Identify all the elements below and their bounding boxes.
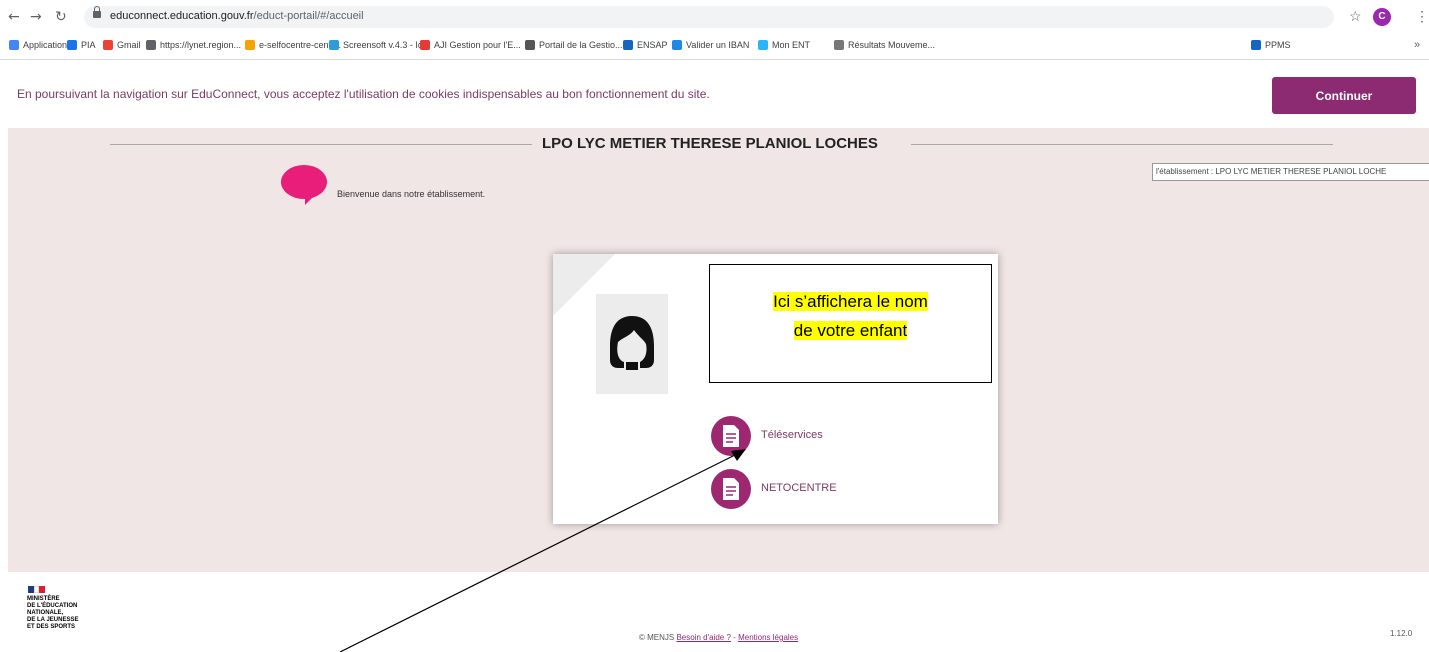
- reload-icon[interactable]: ↻: [55, 9, 67, 25]
- profile-avatar[interactable]: C: [1373, 8, 1391, 26]
- ministry-logo-text: MINISTÈRE DE L'ÉDUCATION NATIONALE, DE L…: [27, 596, 79, 630]
- back-arrow-icon[interactable]: ←: [8, 9, 20, 25]
- document-icon: [711, 469, 751, 509]
- footer: MINISTÈRE DE L'ÉDUCATION NATIONALE, DE L…: [0, 572, 1429, 652]
- url-host: educonnect.education.gouv.fr: [110, 10, 254, 22]
- establishment-tooltip: l'établissement : LPO LYC METIER THERESE…: [1152, 163, 1429, 181]
- child-name-line-2: de votre enfant: [793, 321, 908, 340]
- netocentre-link[interactable]: NETOCENTRE: [711, 469, 941, 509]
- bookmark-favicon-icon: [623, 40, 633, 50]
- more-bookmarks-icon[interactable]: »: [1414, 39, 1420, 51]
- french-flag-logo: [28, 586, 45, 593]
- menu-kebab-icon[interactable]: ⋮: [1415, 8, 1429, 25]
- footer-links: © MENJS Besoin d'aide ? - Mentions légal…: [639, 633, 798, 642]
- bookmarks-bar: » Applications PIA Gmail https://lynet.regi…: [0, 34, 1429, 60]
- bookmark-label: Portail de la Gestio...: [539, 40, 623, 50]
- copyright-text: © MENJS: [639, 633, 675, 642]
- bookmark-label: Résultats Mouveme...: [848, 40, 936, 50]
- cookie-banner: En poursuivant la navigation sur EduConn…: [0, 60, 1429, 128]
- document-icon: [711, 416, 751, 456]
- child-name-line-1: Ici s’affichera le nom: [773, 292, 928, 311]
- forward-arrow-icon[interactable]: →: [30, 9, 42, 25]
- browser-toolbar: ← → ↻ educonnect.education.gouv.fr/educt…: [0, 0, 1429, 34]
- footer-separator: -: [733, 633, 736, 642]
- url-text[interactable]: educonnect.education.gouv.fr/educt-porta…: [110, 10, 364, 22]
- bookmark-label: Gmail: [117, 40, 141, 50]
- bookmark-item[interactable]: ENSAP: [623, 40, 668, 50]
- cookie-text: En poursuivant la navigation sur EduConn…: [17, 87, 710, 101]
- bookmark-favicon-icon: [103, 40, 113, 50]
- bookmark-item[interactable]: Mon ENT: [758, 40, 810, 50]
- bookmark-item[interactable]: PIA: [67, 40, 96, 50]
- bookmark-favicon-icon: [1251, 40, 1261, 50]
- child-avatar-icon: [610, 316, 654, 370]
- bookmark-item[interactable]: Screensoft v.4.3 - Id...: [329, 40, 430, 50]
- url-path: /educt-portail/#/accueil: [253, 10, 364, 22]
- bookmark-favicon-icon: [67, 40, 77, 50]
- bookmark-star-icon[interactable]: ☆: [1349, 8, 1362, 25]
- bookmark-favicon-icon: [834, 40, 844, 50]
- teleservices-label[interactable]: Téléservices: [761, 429, 823, 441]
- bookmark-label: Mon ENT: [772, 40, 811, 50]
- bookmark-label: PPMS: [1265, 40, 1291, 50]
- help-link[interactable]: Besoin d'aide ?: [676, 633, 730, 642]
- bookmark-label: Applications: [23, 40, 72, 50]
- title-divider-right: [911, 144, 1333, 145]
- chat-bubble-icon: [281, 165, 327, 205]
- child-name-placeholder: Ici s’affichera le nom de votre enfant: [709, 264, 992, 383]
- bookmark-label: PIA: [81, 40, 96, 50]
- bookmark-label: ENSAP: [637, 40, 668, 50]
- lock-icon: [93, 6, 101, 18]
- title-divider-left: [110, 144, 532, 145]
- legal-notice-link[interactable]: Mentions légales: [738, 633, 798, 642]
- address-bar[interactable]: educonnect.education.gouv.fr/educt-porta…: [84, 6, 1334, 28]
- bookmark-item[interactable]: Applications: [9, 40, 72, 50]
- bookmark-item[interactable]: AJI Gestion pour l'E...: [420, 40, 521, 50]
- netocentre-label[interactable]: NETOCENTRE: [761, 482, 837, 494]
- bookmark-item[interactable]: Résultats Mouveme...: [834, 40, 935, 50]
- bookmark-item[interactable]: PPMS: [1251, 40, 1291, 50]
- bookmark-item[interactable]: Portail de la Gestio...: [525, 40, 623, 50]
- bookmark-item[interactable]: Gmail: [103, 40, 141, 50]
- bookmark-label: https://lynet.region...: [160, 40, 242, 50]
- bookmark-favicon-icon: [420, 40, 430, 50]
- avatar: [596, 294, 668, 394]
- bookmark-favicon-icon: [758, 40, 768, 50]
- bookmark-favicon-icon: [525, 40, 535, 50]
- teleservices-link[interactable]: Téléservices: [711, 416, 941, 456]
- bookmark-favicon-icon: [245, 40, 255, 50]
- bookmark-label: Screensoft v.4.3 - Id...: [343, 40, 431, 50]
- main-content: LPO LYC METIER THERESE PLANIOL LOCHES l'…: [8, 128, 1429, 572]
- bookmark-item[interactable]: https://lynet.region...: [146, 40, 241, 50]
- version-number: 1.12.0: [1390, 629, 1413, 638]
- school-title: LPO LYC METIER THERESE PLANIOL LOCHES: [542, 135, 878, 152]
- student-card: Ici s’affichera le nom de votre enfant T…: [553, 254, 998, 524]
- continue-button[interactable]: Continuer: [1272, 77, 1416, 114]
- welcome-message: Bienvenue dans notre établissement.: [337, 189, 486, 199]
- bookmark-item[interactable]: e-selfocentre-centr...: [245, 40, 341, 50]
- bookmark-item[interactable]: Valider un IBAN: [672, 40, 749, 50]
- bookmark-favicon-icon: [672, 40, 682, 50]
- bookmark-label: AJI Gestion pour l'E...: [434, 40, 521, 50]
- bookmark-label: Valider un IBAN: [686, 40, 750, 50]
- bookmark-favicon-icon: [329, 40, 339, 50]
- bookmark-favicon-icon: [146, 40, 156, 50]
- bookmark-favicon-icon: [9, 40, 19, 50]
